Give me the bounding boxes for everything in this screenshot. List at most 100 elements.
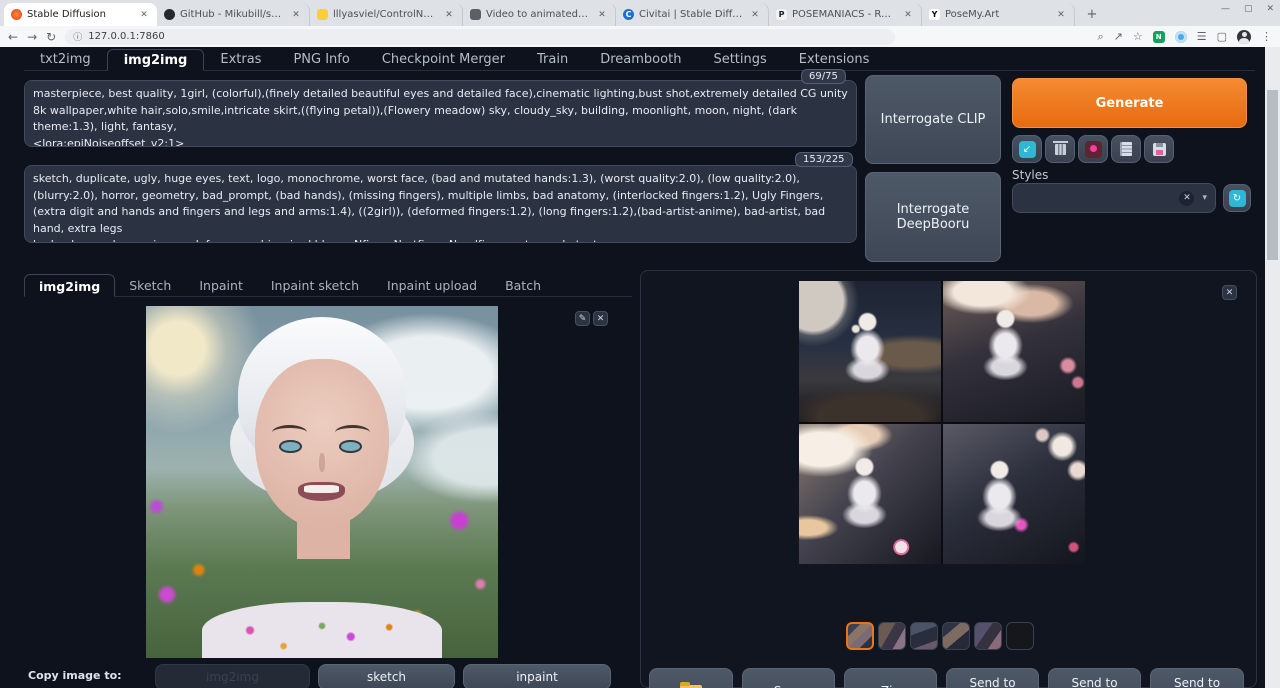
thumbnail-5[interactable] [974, 622, 1002, 650]
refresh-styles-button[interactable]: ↻ [1223, 184, 1251, 212]
browser-tab-github[interactable]: GitHub - Mikubill/sd-webui-co... ✕ [157, 3, 310, 26]
url-text: 127.0.0.1:7860 [88, 31, 165, 42]
extra-networks-button[interactable] [1078, 135, 1108, 163]
extra-networks-icon [1085, 141, 1102, 158]
tab-title: POSEMANIACS - Royalty free 3... [792, 9, 897, 20]
browser-tab-stable-diffusion[interactable]: Stable Diffusion ✕ [4, 3, 157, 26]
edit-image-button[interactable]: ✎ [575, 311, 590, 326]
close-tab-icon[interactable]: ✕ [290, 9, 302, 21]
extensions-puzzle-icon[interactable]: ☰ [1197, 31, 1207, 42]
address-bar[interactable]: ⓘ 127.0.0.1:7860 [65, 29, 895, 45]
close-tab-icon[interactable]: ✕ [749, 9, 761, 21]
tab-png-info[interactable]: PNG Info [277, 49, 365, 71]
interrogate-clip-button[interactable]: Interrogate CLIP [865, 75, 1001, 164]
portrait-floral-blouse [202, 602, 441, 658]
result-image-2[interactable] [943, 281, 1085, 422]
refresh-icon: ↻ [1229, 190, 1246, 207]
remove-image-button[interactable]: ✕ [593, 311, 608, 326]
close-tab-icon[interactable]: ✕ [596, 9, 608, 21]
browser-tab-controlnet[interactable]: lllyasviel/ControlNet at main ✕ [310, 3, 463, 26]
browser-tab-posemyart[interactable]: Y PoseMy.Art ✕ [922, 3, 1075, 26]
share-icon[interactable]: ↗ [1114, 31, 1123, 42]
close-tab-icon[interactable]: ✕ [443, 9, 455, 21]
subtab-inpaint-sketch[interactable]: Inpaint sketch [257, 274, 373, 296]
tab-settings[interactable]: Settings [697, 49, 782, 71]
paste-params-button[interactable]: ↙ [1012, 135, 1042, 163]
forward-icon[interactable]: → [27, 31, 37, 43]
interrogate-deepbooru-button[interactable]: Interrogate DeepBooru [865, 172, 1001, 262]
tab-checkpoint-merger[interactable]: Checkpoint Merger [366, 49, 521, 71]
window-controls: — ▢ ✕ [1221, 4, 1274, 14]
result-image-1[interactable] [799, 281, 941, 422]
thumbnail-1-selected[interactable] [846, 622, 874, 650]
clear-prompt-button[interactable] [1045, 135, 1075, 163]
copy-to-inpaint-button[interactable]: inpaint [463, 664, 611, 688]
open-folder-button[interactable] [649, 668, 733, 688]
thumbnail-4[interactable] [942, 622, 970, 650]
prompt-input[interactable]: masterpiece, best quality, 1girl, (color… [24, 80, 857, 147]
extension-n-icon[interactable]: N [1153, 31, 1165, 43]
gif-converter-favicon [470, 9, 481, 20]
minimize-icon[interactable]: — [1221, 4, 1230, 14]
result-grid-image[interactable] [799, 281, 1085, 564]
subtab-inpaint[interactable]: Inpaint [185, 274, 257, 296]
styles-dropdown[interactable]: ✕ ▾ [1012, 183, 1216, 213]
apply-style-button[interactable] [1111, 135, 1141, 163]
scrollbar-thumb[interactable] [1267, 90, 1278, 260]
tab-extensions[interactable]: Extensions [783, 49, 886, 71]
portrait-eye [339, 440, 362, 454]
subtab-inpaint-upload[interactable]: Inpaint upload [373, 274, 491, 296]
result-image-4[interactable] [943, 424, 1085, 565]
page-scrollbar[interactable] [1265, 47, 1280, 688]
copy-to-img2img-button[interactable]: img2img [155, 664, 310, 688]
tab-extras[interactable]: Extras [204, 49, 277, 71]
generate-button[interactable]: Generate [1012, 78, 1247, 128]
send-to-inpaint-button[interactable]: Send to inpaint [1048, 668, 1141, 688]
site-info-icon[interactable]: ⓘ [73, 30, 82, 43]
send-to-extras-button[interactable]: Send to extras [1150, 668, 1244, 688]
negative-prompt-input[interactable]: sketch, duplicate, ugly, huge eyes, text… [24, 165, 857, 243]
browser-tab-civitai[interactable]: C Civitai | Stable Diffusion model... ✕ [616, 3, 769, 26]
close-tab-icon[interactable]: ✕ [138, 9, 150, 21]
browser-tabstrip: Stable Diffusion ✕ GitHub - Mikubill/sd-… [0, 0, 1280, 26]
close-tab-icon[interactable]: ✕ [902, 9, 914, 21]
save-button[interactable]: Save [742, 668, 835, 688]
subtab-batch[interactable]: Batch [491, 274, 555, 296]
trash-icon [1055, 144, 1066, 155]
tab-txt2img[interactable]: txt2img [24, 49, 107, 71]
img2img-source-image[interactable] [146, 306, 498, 658]
thumbnail-6[interactable] [1006, 622, 1034, 650]
tab-train[interactable]: Train [521, 49, 584, 71]
tab-dreambooth[interactable]: Dreambooth [584, 49, 697, 71]
extension-blue-icon[interactable] [1175, 31, 1187, 43]
browser-tab-gif-converter[interactable]: Video to animated GIF converter ✕ [463, 3, 616, 26]
reload-icon[interactable]: ↻ [46, 31, 56, 43]
tab-title: lllyasviel/ControlNet at main [333, 9, 438, 20]
browser-tab-posemaniacs[interactable]: P POSEMANIACS - Royalty free 3... ✕ [769, 3, 922, 26]
maximize-icon[interactable]: ▢ [1244, 4, 1253, 14]
stable-diffusion-webui: txt2img img2img Extras PNG Info Checkpoi… [0, 47, 1265, 688]
menu-dots-icon[interactable]: ⋮ [1261, 31, 1272, 42]
subtab-sketch[interactable]: Sketch [115, 274, 185, 296]
close-window-icon[interactable]: ✕ [1266, 4, 1274, 14]
back-icon[interactable]: ← [8, 31, 18, 43]
save-style-button[interactable] [1144, 135, 1174, 163]
profile-avatar[interactable] [1237, 30, 1251, 44]
send-to-img2img-button[interactable]: Send to img2img [946, 668, 1039, 688]
toolbar-icons: ⌕ ↗ ☆ N ☰ ▢ ⋮ [1097, 30, 1272, 44]
result-image-3[interactable] [799, 424, 941, 565]
tab-img2img[interactable]: img2img [107, 49, 205, 71]
new-tab-button[interactable]: + [1081, 4, 1103, 26]
bookmark-star-icon[interactable]: ☆ [1133, 31, 1143, 42]
close-gallery-button[interactable]: ✕ [1222, 285, 1237, 300]
reading-list-icon[interactable]: ▢ [1217, 31, 1227, 42]
copy-to-sketch-button[interactable]: sketch [318, 664, 455, 688]
copy-image-to-label: Copy image to: [28, 669, 122, 682]
zip-button[interactable]: Zip [844, 668, 937, 688]
subtab-img2img[interactable]: img2img [24, 274, 115, 297]
zoom-icon[interactable]: ⌕ [1097, 31, 1103, 42]
thumbnail-3[interactable] [910, 622, 938, 650]
close-tab-icon[interactable]: ✕ [1055, 9, 1067, 21]
thumbnail-2[interactable] [878, 622, 906, 650]
clear-styles-icon[interactable]: ✕ [1179, 191, 1194, 206]
